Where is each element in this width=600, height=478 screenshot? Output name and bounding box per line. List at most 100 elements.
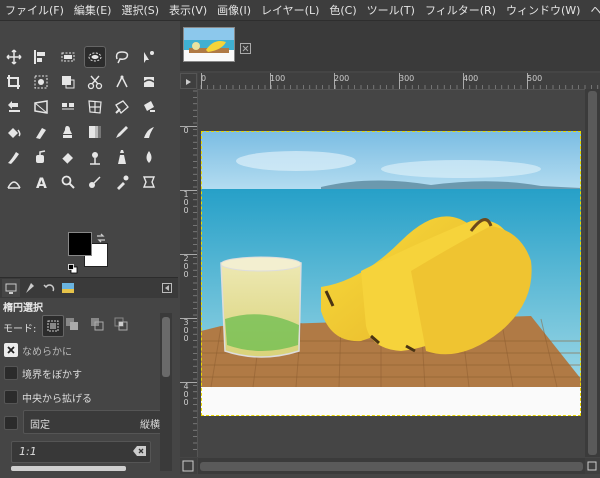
ruler-v-label: 100 bbox=[183, 190, 189, 215]
vertical-ruler[interactable]: 0 100 200 300 400 bbox=[180, 89, 198, 457]
menu-bar: ファイル(F) 編集(E) 選択(S) 表示(V) 画像(I) レイヤー(L) 色(C) ツー… bbox=[0, 0, 600, 21]
navigate-icon[interactable] bbox=[180, 458, 197, 474]
feather-edges-checkbox[interactable] bbox=[4, 366, 18, 380]
tab-tool-options[interactable] bbox=[2, 279, 20, 297]
aspect-ratio-value: 1:1 bbox=[19, 445, 37, 458]
horizontal-scrollbar-thumb[interactable] bbox=[200, 462, 583, 471]
ellipse-select-icon[interactable] bbox=[84, 46, 106, 68]
mypaint-icon[interactable] bbox=[111, 146, 133, 168]
tab-device-status[interactable] bbox=[21, 279, 39, 297]
close-tab-icon[interactable] bbox=[240, 39, 251, 54]
measure-icon[interactable] bbox=[3, 171, 25, 193]
brush-icon[interactable] bbox=[30, 121, 52, 143]
zoom-image-icon[interactable] bbox=[585, 458, 600, 474]
antialias-checkbox[interactable] bbox=[4, 343, 18, 357]
color-select-icon[interactable] bbox=[30, 71, 52, 93]
smudge-icon[interactable] bbox=[138, 121, 160, 143]
airbrush-icon[interactable] bbox=[30, 146, 52, 168]
fuzzy-select-icon[interactable] bbox=[138, 46, 160, 68]
antialias-label: なめらかに bbox=[22, 347, 72, 358]
menu-item-10[interactable]: ヘルプ(H) bbox=[585, 2, 600, 18]
flip-icon[interactable] bbox=[3, 96, 25, 118]
image-window: 0 100 200 300 400 500 0 100 200 300 400 bbox=[180, 21, 600, 474]
fixed-checkbox[interactable] bbox=[4, 416, 18, 430]
clone-icon[interactable] bbox=[57, 121, 79, 143]
options-scrollbar[interactable] bbox=[160, 313, 172, 471]
blend-icon[interactable] bbox=[84, 121, 106, 143]
image-canvas[interactable] bbox=[201, 131, 581, 416]
ruler-v-label: 0 bbox=[183, 126, 189, 135]
tab-undo-history[interactable] bbox=[40, 279, 58, 297]
mode-intersect-button[interactable] bbox=[114, 317, 128, 331]
menu-item-1[interactable]: 編集(E) bbox=[69, 2, 117, 18]
ruler-h-label: 100 bbox=[270, 74, 286, 83]
mode-label: モード: bbox=[3, 324, 37, 335]
perspective-icon[interactable] bbox=[30, 96, 52, 118]
fixed-dropdown[interactable]: 固定 縦横 bbox=[23, 410, 167, 434]
menu-item-6[interactable]: 色(C) bbox=[324, 2, 361, 18]
aspect-ratio-field[interactable]: 1:1 bbox=[11, 441, 151, 463]
clear-field-icon[interactable] bbox=[133, 445, 147, 457]
eraser-icon[interactable] bbox=[57, 146, 79, 168]
menu-item-2[interactable]: 選択(S) bbox=[116, 2, 164, 18]
swap-colors-icon[interactable] bbox=[95, 229, 107, 243]
unified-transform-icon[interactable] bbox=[57, 71, 79, 93]
tool-options-title: 楕円選択 bbox=[3, 303, 43, 314]
vertical-scrollbar-thumb[interactable] bbox=[588, 91, 597, 455]
bucket-fill-icon[interactable] bbox=[3, 121, 25, 143]
ruler-h-label: 200 bbox=[334, 74, 350, 83]
menu-item-0[interactable]: ファイル(F) bbox=[0, 2, 69, 18]
dock-menu-icon[interactable] bbox=[158, 279, 176, 297]
menu-item-7[interactable]: ツール(T) bbox=[362, 2, 420, 18]
free-select-icon[interactable] bbox=[111, 46, 133, 68]
crop-icon[interactable] bbox=[3, 71, 25, 93]
menu-item-4[interactable]: 画像(I) bbox=[212, 2, 256, 18]
warp-icon[interactable] bbox=[138, 71, 160, 93]
expand-from-center-checkbox[interactable] bbox=[4, 390, 18, 404]
menu-item-8[interactable]: フィルター(R) bbox=[420, 2, 501, 18]
scissors-icon[interactable] bbox=[84, 71, 106, 93]
ink-icon[interactable] bbox=[3, 146, 25, 168]
menu-item-5[interactable]: レイヤー(L) bbox=[256, 2, 324, 18]
quick-mask-corner[interactable] bbox=[180, 73, 197, 89]
heal-icon[interactable] bbox=[138, 96, 160, 118]
paths-icon[interactable] bbox=[111, 71, 133, 93]
menu-item-3[interactable]: 表示(V) bbox=[164, 2, 212, 18]
text-icon[interactable]: A bbox=[30, 171, 52, 193]
grid-transform-icon[interactable] bbox=[84, 96, 106, 118]
foreground-color-swatch[interactable] bbox=[68, 232, 92, 256]
mode-replace-button[interactable] bbox=[42, 315, 64, 337]
move-icon[interactable] bbox=[3, 46, 25, 68]
color-picker-icon[interactable] bbox=[111, 171, 133, 193]
zoom-icon[interactable] bbox=[57, 171, 79, 193]
canvas-boundary bbox=[201, 131, 581, 416]
menu-item-9[interactable]: ウィンドウ(W) bbox=[501, 2, 585, 18]
gradient-icon[interactable] bbox=[84, 171, 106, 193]
rect-select-icon[interactable] bbox=[57, 46, 79, 68]
pencil-icon[interactable] bbox=[111, 121, 133, 143]
svg-text:A: A bbox=[36, 176, 47, 190]
align-icon[interactable] bbox=[30, 46, 52, 68]
ruler-h-label: 300 bbox=[399, 74, 415, 83]
horizontal-ruler[interactable]: 0 100 200 300 400 500 bbox=[198, 73, 600, 90]
ruler-v-label: 200 bbox=[183, 254, 189, 279]
ruler-h-label: 500 bbox=[527, 74, 543, 83]
mode-subtract-button[interactable] bbox=[90, 317, 104, 331]
tool-options-panel: 楕円選択 モード: なめらかに 境界をぼかす 中央から拡げる 固定 縦横 1:1 bbox=[0, 298, 178, 474]
dodge-icon[interactable] bbox=[84, 146, 106, 168]
feather-edges-label: 境界をぼかす bbox=[22, 370, 82, 381]
mode-add-button[interactable] bbox=[65, 317, 79, 331]
canvas-horizontal-scrollbar[interactable] bbox=[198, 458, 585, 474]
tab-images[interactable] bbox=[59, 279, 77, 297]
options-scrollbar-thumb[interactable] bbox=[162, 317, 170, 377]
paint-select-icon[interactable] bbox=[138, 171, 160, 193]
ruler-h-label: 0 bbox=[201, 74, 207, 83]
canvas-vertical-scrollbar[interactable] bbox=[585, 89, 600, 457]
default-colors-icon[interactable] bbox=[68, 259, 78, 274]
ratio-slider-track[interactable] bbox=[11, 466, 126, 471]
cage-icon[interactable] bbox=[57, 96, 79, 118]
blur-icon[interactable] bbox=[138, 146, 160, 168]
ruler-v-label: 400 bbox=[183, 382, 189, 407]
image-tab-thumbnail[interactable] bbox=[183, 27, 235, 62]
handle-transform-icon[interactable] bbox=[111, 96, 133, 118]
